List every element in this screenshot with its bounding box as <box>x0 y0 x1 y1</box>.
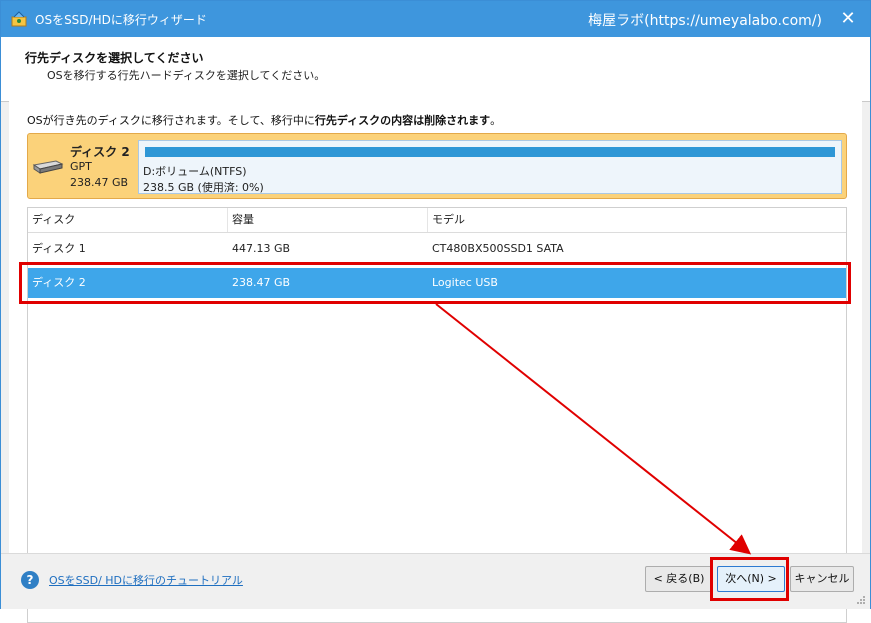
disk-name: ディスク 2 <box>70 145 130 159</box>
cell-model: CT480BX500SSD1 SATA <box>432 242 564 255</box>
resize-grip-icon[interactable] <box>856 595 866 605</box>
title-bar[interactable]: OSをSSD/HDに移行ウィザード 梅屋ラボ(https://umeyalabo… <box>1 1 870 37</box>
wizard-header: 行先ディスクを選択してください OSを移行する行先ハードディスクを選択してくださ… <box>1 37 870 102</box>
watermark-text: 梅屋ラボ(https://umeyalabo.com/) <box>588 13 822 29</box>
hard-disk-icon <box>32 160 64 174</box>
cell-capacity: 447.13 GB <box>232 242 291 255</box>
page-title: 行先ディスクを選択してください <box>25 51 204 65</box>
disk-partition-style: GPT <box>70 160 92 173</box>
help-icon[interactable]: ? <box>21 571 39 589</box>
notice-bold-text: 行先ディスクの内容は削除されます <box>314 114 491 127</box>
selected-disk-card[interactable]: ディスク 2 GPT 238.47 GB D:ボリューム(NTFS) 238.5… <box>27 133 847 199</box>
partition-usage-bar <box>145 147 835 157</box>
next-button[interactable]: 次へ(N) > <box>717 566 785 592</box>
tutorial-link[interactable]: OSをSSD/ HDに移行のチュートリアル <box>49 572 243 588</box>
column-header-disk[interactable]: ディスク <box>28 208 228 232</box>
partition-block[interactable]: D:ボリューム(NTFS) 238.5 GB (使用済: 0%) <box>138 140 842 194</box>
close-button[interactable]: ✕ <box>836 7 860 31</box>
notice-text-2: 。 <box>490 114 502 127</box>
table-header: ディスク 容量 モデル <box>28 208 846 233</box>
warning-notice: OSが行き先のディスクに移行されます。そして、移行中に行先ディスクの内容は削除さ… <box>27 112 501 128</box>
table-row[interactable]: ディスク 1 447.13 GB CT480BX500SSD1 SATA <box>28 234 846 264</box>
cell-model: Logitec USB <box>432 276 498 289</box>
cancel-button[interactable]: キャンセル <box>790 566 854 592</box>
back-button[interactable]: < 戻る(B) <box>645 566 713 592</box>
table-row-selected[interactable]: ディスク 2 238.47 GB Logitec USB <box>28 268 846 298</box>
page-subtitle: OSを移行する行先ハードディスクを選択してください。 <box>47 69 326 82</box>
column-header-capacity[interactable]: 容量 <box>228 208 428 232</box>
notice-text-1: OSが行き先のディスクに移行されます。そして、移行中に <box>27 114 315 127</box>
app-icon <box>11 11 27 27</box>
cell-disk: ディスク 1 <box>32 242 86 255</box>
window-title: OSをSSD/HDに移行ウィザード <box>35 13 207 27</box>
partition-label: D:ボリューム(NTFS) <box>143 165 247 178</box>
wizard-footer: ? OSをSSD/ HDに移行のチュートリアル < 戻る(B) 次へ(N) > … <box>1 553 870 609</box>
column-header-model[interactable]: モデル <box>428 208 846 232</box>
wizard-window: OSをSSD/HDに移行ウィザード 梅屋ラボ(https://umeyalabo… <box>0 0 871 623</box>
cell-disk: ディスク 2 <box>32 276 86 289</box>
disk-size: 238.47 GB <box>70 176 129 189</box>
partition-usage: 238.5 GB (使用済: 0%) <box>143 181 264 194</box>
main-content: OSが行き先のディスクに移行されます。そして、移行中に行先ディスクの内容は削除さ… <box>9 101 862 623</box>
cell-capacity: 238.47 GB <box>232 276 291 289</box>
close-icon: ✕ <box>840 8 856 29</box>
